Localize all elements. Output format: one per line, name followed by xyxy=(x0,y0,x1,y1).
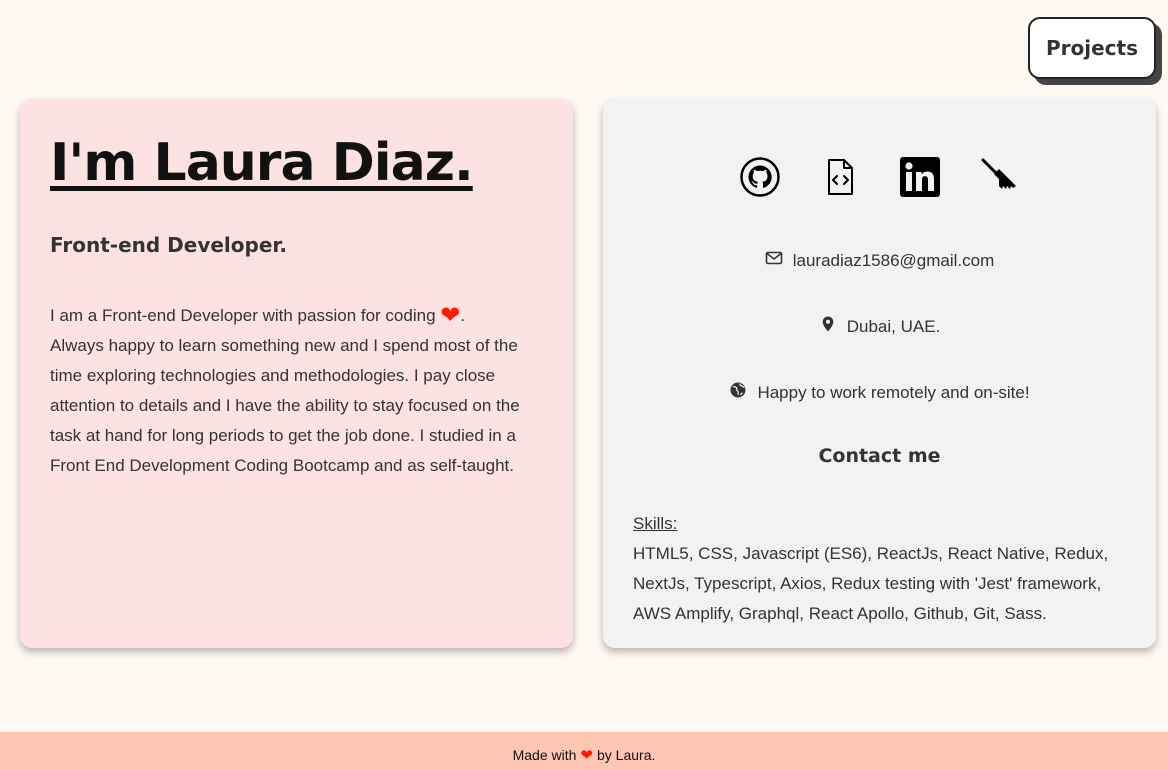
broom-icon[interactable] xyxy=(980,157,1020,197)
email-line: lauradiaz1586@gmail.com xyxy=(603,249,1156,272)
contact-card: lauradiaz1586@gmail.com Dubai, UAE. Happ… xyxy=(603,99,1156,648)
footer-prefix: Made with xyxy=(512,747,577,763)
job-title: Front-end Developer. xyxy=(50,233,288,257)
code-file-icon[interactable] xyxy=(820,157,860,197)
skills-section: Skills: HTML5, CSS, Javascript (ES6), Re… xyxy=(633,509,1113,629)
bio-text: I am a Front-end Developer with passion … xyxy=(50,301,525,481)
contact-me-heading: Contact me xyxy=(818,445,941,467)
heart-icon: ❤ xyxy=(440,302,461,329)
social-links xyxy=(603,157,1156,197)
heart-icon: ❤ xyxy=(580,747,593,764)
footer: Made with ❤ by Laura. xyxy=(0,732,1168,770)
availability-text: Happy to work remotely and on-site! xyxy=(757,382,1030,402)
envelope-icon xyxy=(765,249,783,272)
page-title: I'm Laura Diaz. xyxy=(50,133,474,193)
availability-line: Happy to work remotely and on-site! xyxy=(603,381,1156,404)
skills-list: HTML5, CSS, Javascript (ES6), ReactJs, R… xyxy=(633,544,1109,623)
location-line: Dubai, UAE. xyxy=(603,315,1156,338)
globe-icon xyxy=(729,381,747,404)
bio-first-line-end: . xyxy=(460,306,466,325)
location-text: Dubai, UAE. xyxy=(846,316,941,336)
projects-button[interactable]: Projects xyxy=(1028,17,1156,79)
location-pin-icon xyxy=(819,315,837,338)
bio-rest: Always happy to learn something new and … xyxy=(50,336,520,475)
intro-card: I'm Laura Diaz. Front-end Developer. I a… xyxy=(20,99,573,648)
linkedin-icon[interactable] xyxy=(899,157,940,197)
footer-suffix: by Laura. xyxy=(597,747,656,763)
skills-label: Skills: xyxy=(633,514,678,533)
bio-first-line: I am a Front-end Developer with passion … xyxy=(50,306,436,325)
email-text[interactable]: lauradiaz1586@gmail.com xyxy=(793,251,995,271)
github-icon[interactable] xyxy=(739,157,780,197)
